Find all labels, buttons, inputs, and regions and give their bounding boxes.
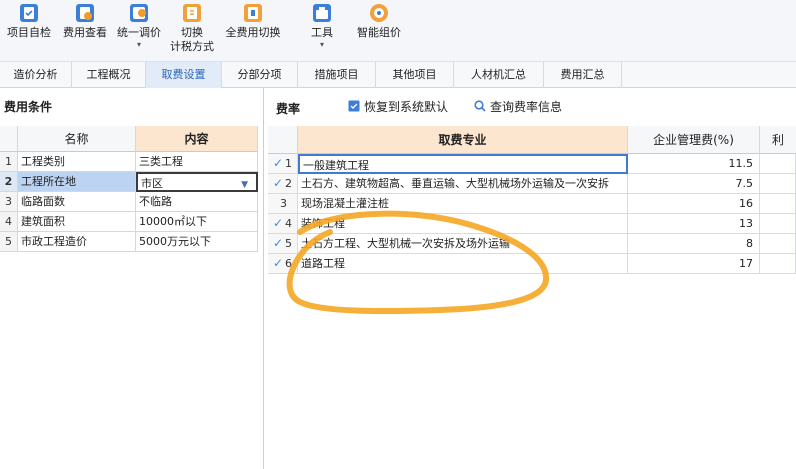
profit-column-header: 利 [760, 126, 796, 154]
check-icon: ✓ [272, 256, 284, 270]
chevron-down-icon: ▾ [136, 40, 141, 49]
check-icon: ✓ [272, 156, 284, 170]
unified-price-adjust-button[interactable]: 统一调价 ▾ [114, 0, 164, 60]
table-row[interactable]: ✓ 5 土石方工程、大型机械一次安拆及场外运输 8 [268, 234, 796, 254]
tab-project-overview[interactable]: 工程概况 [72, 62, 146, 88]
smart-pricing-button[interactable]: 智能组价 [352, 0, 406, 60]
tools-button[interactable]: 工具 ▾ [302, 0, 342, 60]
check-icon: ✓ [272, 176, 284, 190]
name-column-header: 名称 [18, 126, 136, 152]
tab-cost-analysis[interactable]: 造价分析 [0, 62, 72, 88]
panel-title: 费率 [276, 102, 301, 116]
table-row[interactable]: 5 市政工程造价 5000万元以下 [0, 232, 258, 252]
project-check-button[interactable]: 项目自检 [6, 0, 52, 60]
tax-switch-icon [183, 4, 201, 22]
checklist-icon [20, 4, 38, 22]
price-adjust-icon [130, 4, 148, 22]
panel-title: 费用条件 [4, 100, 53, 114]
full-fee-switch-button[interactable]: 全费用切换 [222, 0, 284, 60]
toolbar: 项目自检 费用查看 统一调价 ▾ 切换 计税方式 全费用切换 工具 ▾ 智能组价 [0, 0, 796, 62]
row-number-header [268, 126, 298, 154]
table-row[interactable]: 4 建筑面积 10000㎡以下 [0, 212, 258, 232]
table-row[interactable]: 1 工程类别 三类工程 [0, 152, 258, 172]
search-icon [474, 100, 486, 112]
table-row[interactable]: ✓ 2 土石方、建筑物超高、垂直运输、大型机械场外运输及一次安拆 7.5 [268, 174, 796, 194]
table-row[interactable]: ✓ 6 道路工程 17 [268, 254, 796, 274]
full-fee-icon [244, 4, 262, 22]
dropdown-arrow-icon[interactable]: ▼ [241, 176, 248, 190]
tab-measure-items[interactable]: 措施项目 [298, 62, 376, 88]
tab-fee-summary[interactable]: 费用汇总 [544, 62, 622, 88]
restore-default-button[interactable]: 恢复到系统默认 [348, 98, 448, 114]
tab-bar: 造价分析 工程概况 取费设置 分部分项 措施项目 其他项目 人材机汇总 费用汇总 [0, 62, 796, 88]
fee-document-icon [76, 4, 94, 22]
check-icon: ✓ [272, 216, 284, 230]
content-column-header: 内容 [136, 126, 258, 152]
smart-pricing-icon [370, 4, 388, 22]
row-number-header [0, 126, 18, 152]
table-row[interactable]: 3 现场混凝土灌注桩 16 [268, 194, 796, 214]
tab-other-items[interactable]: 其他项目 [376, 62, 454, 88]
fee-rate-panel: 费率 恢复到系统默认 查询费率信息 取费专业 企业管理费(%) 利 ✓ 1 一般建… [268, 88, 796, 469]
tab-sub-items[interactable]: 分部分项 [222, 62, 298, 88]
table-row[interactable]: 3 临路面数 不临路 [0, 192, 258, 212]
check-icon: ✓ [272, 236, 284, 250]
toolbox-icon [313, 4, 331, 22]
table-row[interactable]: ✓ 4 装饰工程 13 [268, 214, 796, 234]
chevron-down-icon: ▾ [319, 40, 324, 49]
profession-column-header: 取费专业 [298, 126, 628, 154]
tab-labor-material-summary[interactable]: 人材机汇总 [454, 62, 544, 88]
restore-icon [348, 100, 360, 112]
tab-fee-settings[interactable]: 取费设置 [146, 62, 222, 88]
fee-rate-header: 费率 恢复到系统默认 查询费率信息 [268, 88, 796, 124]
fee-view-button[interactable]: 费用查看 [60, 0, 110, 60]
table-row-selected[interactable]: 2 工程所在地 市区 ▼ [0, 172, 258, 192]
switch-tax-method-button[interactable]: 切换 计税方式 [166, 0, 218, 60]
table-row-selected[interactable]: ✓ 1 一般建筑工程 11.5 [268, 154, 796, 174]
location-select[interactable]: 市区 ▼ [136, 172, 258, 192]
query-rate-button[interactable]: 查询费率信息 [474, 98, 562, 114]
fee-conditions-panel: 费用条件 名称 内容 1 工程类别 三类工程 2 工程所在地 市区 ▼ 3 临路… [0, 88, 264, 469]
mgmt-fee-column-header: 企业管理费(%) [628, 126, 760, 154]
